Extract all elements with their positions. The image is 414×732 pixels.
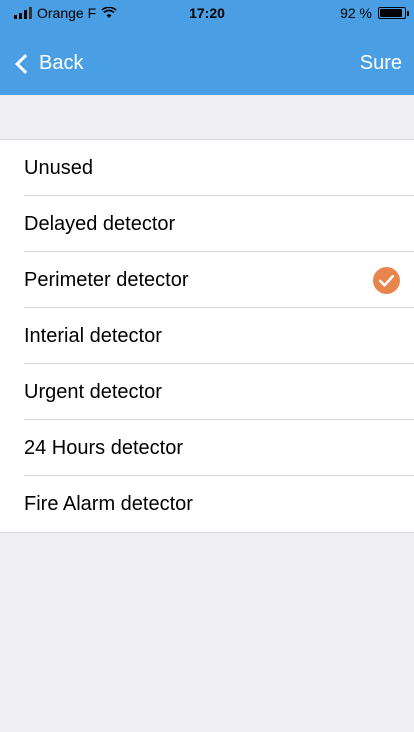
list-item-label: Interial detector: [24, 324, 162, 347]
checkmark-icon: [373, 267, 400, 294]
list-item-label: 24 Hours detector: [24, 436, 183, 459]
status-right: 92 %: [340, 5, 409, 21]
battery-percent: 92 %: [340, 5, 372, 21]
list-item[interactable]: Perimeter detector: [0, 252, 414, 308]
detector-type-list: Unused Delayed detector Perimeter detector…: [0, 139, 414, 533]
list-item-label: Unused: [24, 156, 93, 179]
list-item[interactable]: Delayed detector: [0, 196, 414, 252]
list-item[interactable]: Interial detector: [0, 308, 414, 364]
list-item[interactable]: Fire Alarm detector: [0, 476, 414, 532]
sure-button[interactable]: Sure: [360, 52, 402, 75]
list-item[interactable]: Urgent detector: [0, 364, 414, 420]
list-item[interactable]: 24 Hours detector: [0, 420, 414, 476]
list-item-label: Fire Alarm detector: [24, 492, 193, 515]
back-button[interactable]: Back: [12, 52, 83, 75]
list-item[interactable]: Unused: [0, 140, 414, 196]
header: Orange F 17:20 92 % Back Sure: [0, 0, 414, 95]
battery-fill: [380, 9, 403, 17]
list-item-label: Delayed detector: [24, 212, 176, 235]
nav-bar: Back Sure: [0, 48, 414, 84]
status-bar: Orange F 17:20 92 %: [0, 0, 414, 26]
list-item-label: Urgent detector: [24, 380, 162, 403]
list-item-label: Perimeter detector: [24, 268, 189, 291]
back-label: Back: [39, 52, 84, 74]
chevron-left-icon: [15, 53, 35, 74]
battery-icon: [378, 7, 409, 19]
